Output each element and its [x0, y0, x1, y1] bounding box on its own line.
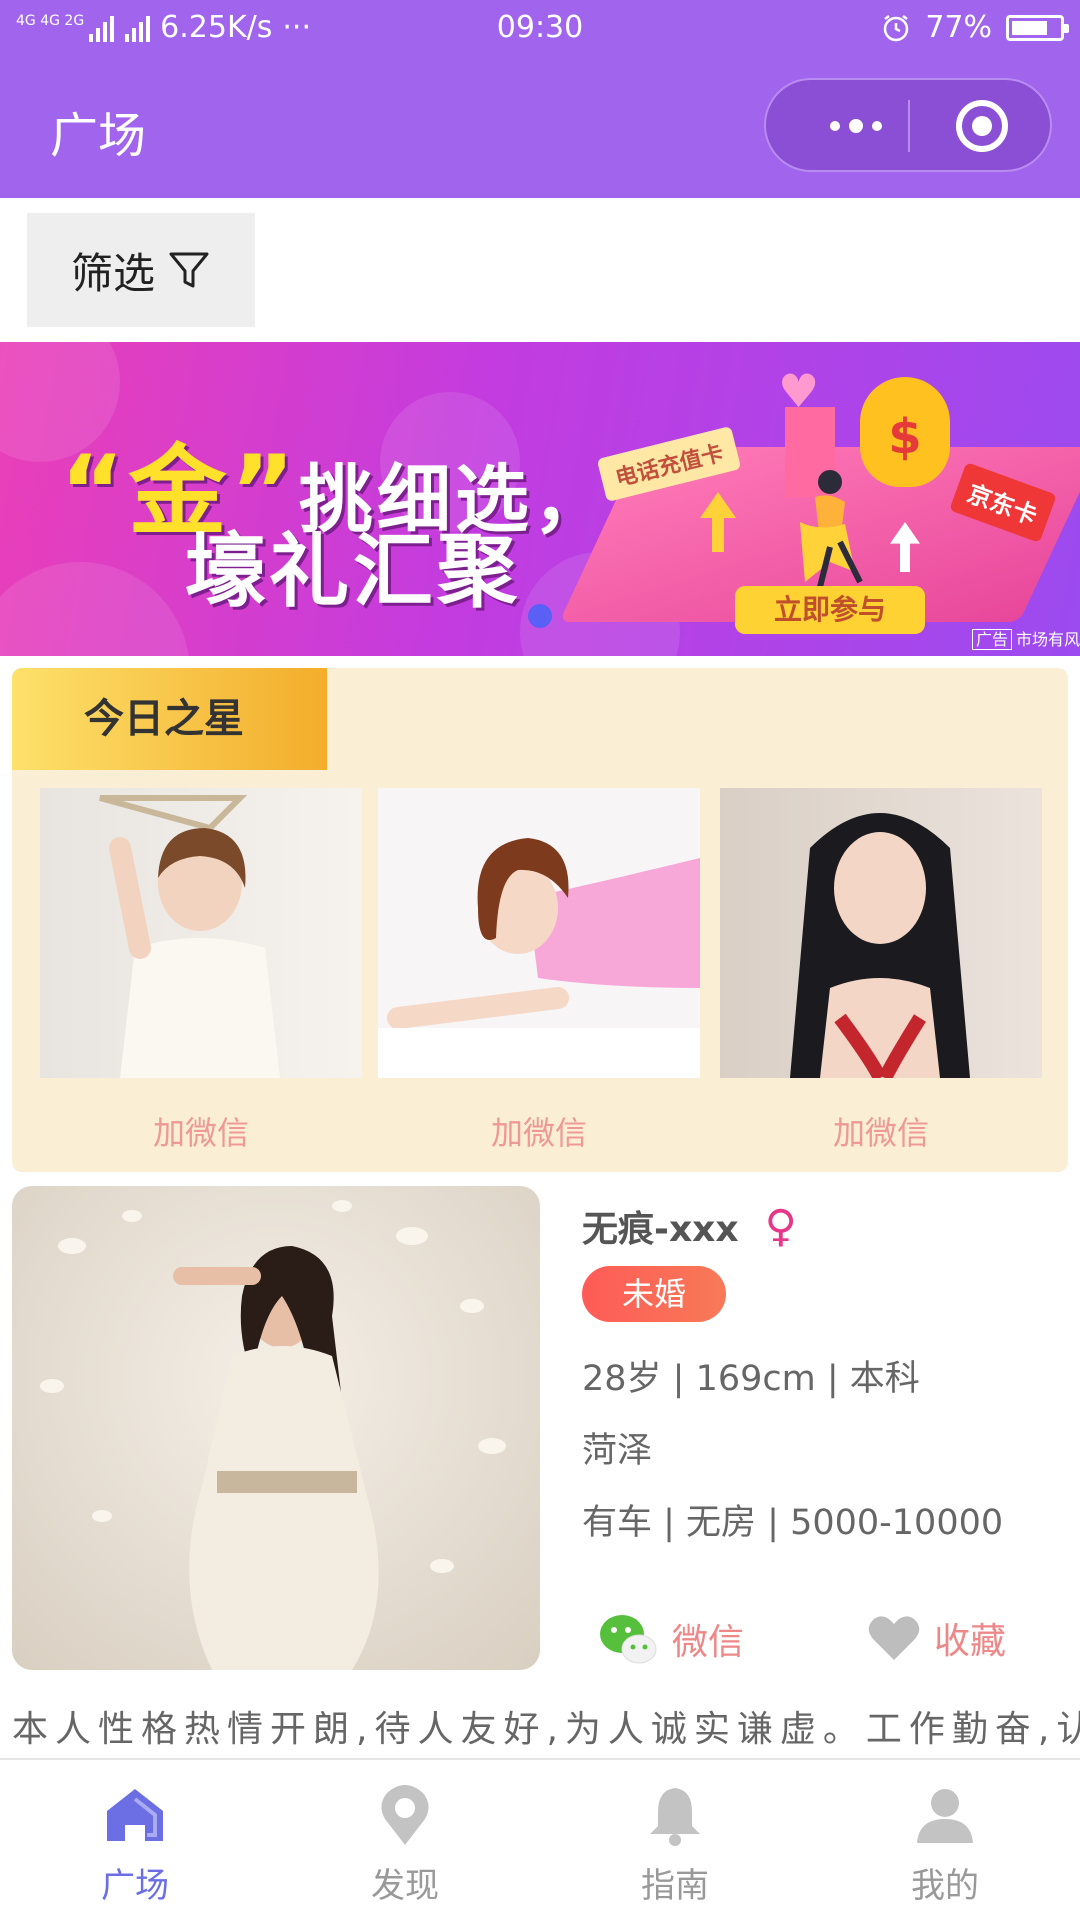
section-title: 今日之星 — [12, 668, 327, 770]
profile-bio: 本人性格热情开朗,待人友好,为人诚实谦虚。工作勤奋,认 — [12, 1709, 1080, 1750]
heart-icon: ♥ — [778, 364, 820, 418]
status-bar: 4G 4G 2G 6.25K/s ··· 09:30 77% — [0, 0, 1080, 60]
female-icon: ♀ — [764, 1200, 797, 1252]
page-title: 广场 — [50, 108, 147, 164]
favorite-button[interactable]: 收藏 — [868, 1612, 1006, 1664]
add-wechat-button-3[interactable]: 加微信 — [720, 1108, 1042, 1154]
user-icon — [917, 1789, 973, 1843]
wechat-label: 微信 — [672, 1622, 745, 1663]
close-miniprogram-button[interactable] — [956, 100, 1008, 152]
woman-photo-2 — [378, 838, 700, 1078]
bottom-tab-bar: 广场 发现 指南 我的 — [0, 1758, 1080, 1920]
couple-illustration — [800, 470, 863, 588]
join-now-button[interactable]: 立即参与 — [735, 586, 925, 634]
tab-label: 我的 — [911, 1866, 979, 1906]
wechat-icon — [600, 1615, 657, 1664]
battery-percent: 77% — [925, 10, 992, 45]
promo-banner[interactable]: “金”挑细选， 壕礼汇聚 ♥ $ 电话充值卡 京东卡 立即参与 广告 市场有风 — [0, 342, 1080, 656]
profile-assets: 有车 | 无房 | 5000-10000 — [582, 1503, 1004, 1543]
status-right: 77% — [881, 10, 1069, 45]
tab-label: 发现 — [371, 1866, 439, 1906]
profile-city: 菏泽 — [582, 1431, 653, 1471]
nav-bar: 广场 — [0, 60, 1080, 198]
woman-photo-1 — [99, 795, 280, 1078]
star-photo-1[interactable] — [40, 788, 362, 1078]
tab-label: 广场 — [101, 1866, 169, 1906]
banner-headline-line2: 壕礼汇聚 — [185, 525, 521, 618]
battery-icon — [1006, 14, 1069, 41]
arrow-up-icon-2 — [890, 522, 920, 572]
capsule-divider — [908, 100, 910, 152]
arrow-up-icon — [700, 492, 736, 552]
tab-square[interactable]: 广场 — [55, 1780, 215, 1907]
marital-status-badge: 未婚 — [582, 1266, 726, 1322]
home-icon — [107, 1789, 163, 1841]
woman-photo-main — [40, 1200, 506, 1670]
battery-fill — [1012, 20, 1047, 35]
profile-photo[interactable] — [12, 1186, 540, 1670]
bell-icon — [650, 1788, 700, 1846]
filter-label: 筛选 — [70, 248, 155, 298]
tab-guide[interactable]: 指南 — [595, 1780, 755, 1907]
ad-label: 广告 市场有风 — [971, 626, 1080, 650]
filter-button[interactable]: 筛选 — [27, 213, 255, 327]
star-photo-3[interactable] — [720, 788, 1042, 1078]
heart-icon — [868, 1616, 920, 1660]
tab-mine[interactable]: 我的 — [865, 1780, 1025, 1907]
woman-photo-3 — [790, 813, 970, 1078]
more-menu-button[interactable] — [806, 104, 906, 148]
tab-discover[interactable]: 发现 — [325, 1780, 485, 1907]
location-pin-icon — [381, 1785, 429, 1845]
profile-name: 无痕-xxx — [582, 1209, 739, 1250]
star-photo-2[interactable] — [378, 788, 700, 1078]
alarm-icon — [884, 14, 909, 41]
tab-label: 指南 — [641, 1866, 709, 1906]
profile-basic-info: 28岁 | 169cm | 本科 — [582, 1359, 920, 1399]
today-star-section: 今日之星 加微信 加微信 加微信 — [12, 668, 1068, 1172]
carousel-indicator[interactable] — [528, 604, 552, 628]
wechat-button[interactable]: 微信 — [598, 1612, 744, 1666]
profile-name-row: 无痕-xxx ♀ — [582, 1200, 797, 1252]
funnel-icon — [169, 252, 209, 288]
miniprogram-capsule — [764, 78, 1052, 172]
favorite-label: 收藏 — [934, 1621, 1007, 1662]
add-wechat-button-2[interactable]: 加微信 — [378, 1108, 700, 1154]
add-wechat-button-1[interactable]: 加微信 — [40, 1108, 362, 1154]
